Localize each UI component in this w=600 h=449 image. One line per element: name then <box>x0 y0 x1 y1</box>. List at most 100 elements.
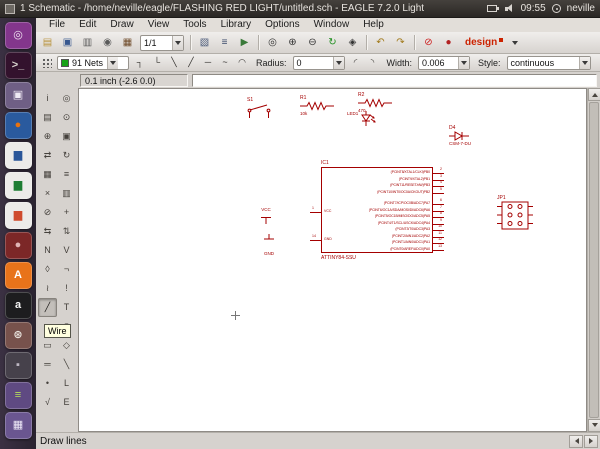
menu-help[interactable]: Help <box>356 18 391 32</box>
menu-options[interactable]: Options <box>258 18 306 32</box>
tool-polygon[interactable]: ◇ <box>57 336 76 355</box>
bend-90-up-icon[interactable]: └ <box>149 55 165 70</box>
tool-add[interactable]: + <box>57 203 76 222</box>
stop-icon[interactable]: ⊘ <box>419 34 438 52</box>
launcher-dash-home[interactable]: ◎ <box>4 22 32 49</box>
launcher-terminal[interactable]: >_ <box>4 52 32 79</box>
tool-cut[interactable]: × <box>38 184 57 203</box>
width-select[interactable]: 0.006 <box>418 55 471 70</box>
ic-pin-gnd[interactable]: 14 GND <box>310 234 372 243</box>
ic-pin-vcc[interactable]: 1 VCC <box>310 206 372 215</box>
launcher-software-center[interactable]: A <box>4 262 32 289</box>
username[interactable]: neville <box>567 3 595 14</box>
launcher-text-editor[interactable]: ≡ <box>4 382 32 409</box>
launcher-libreoffice-impress[interactable]: ▆ <box>4 202 32 229</box>
tool-pinswap[interactable]: ⇆ <box>38 222 57 241</box>
schematic-canvas[interactable]: S1 R1 10k R2 470 LED1 D4 CSM-7-DU VCC GN… <box>78 88 587 432</box>
launcher-amazon[interactable]: a <box>4 292 32 319</box>
tool-wire[interactable]: ╱ <box>38 298 57 317</box>
tool-display[interactable]: ▤ <box>38 108 57 127</box>
schematic-part-vcc[interactable]: VCC <box>259 198 273 224</box>
tool-smash[interactable]: ◊ <box>38 260 57 279</box>
ic-pin[interactable]: 13 (PCINT0/AREF/ADC0)PA0 <box>322 244 444 254</box>
bend-straight-icon[interactable]: ─ <box>200 55 216 70</box>
zoom-out-icon[interactable]: ⊖ <box>303 34 322 52</box>
zoom-select-icon[interactable]: ◈ <box>343 34 362 52</box>
tool-info[interactable]: i <box>38 89 57 108</box>
tool-show[interactable]: ◎ <box>57 89 76 108</box>
style-select[interactable]: continuous <box>506 55 591 70</box>
tool-erc[interactable]: √ <box>38 393 57 412</box>
tool-move[interactable]: ⊕ <box>38 127 57 146</box>
scroll-right-button[interactable] <box>584 434 598 448</box>
tool-bus[interactable]: ═ <box>38 355 57 374</box>
cam-processor-icon[interactable]: ◉ <box>98 34 117 52</box>
menu-tools[interactable]: Tools <box>176 18 213 32</box>
menu-file[interactable]: File <box>42 18 72 32</box>
go-icon[interactable]: ● <box>439 34 458 52</box>
schematic-part-r1[interactable]: R1 10k <box>300 95 334 116</box>
menu-edit[interactable]: Edit <box>72 18 103 32</box>
launcher-files[interactable]: ▣ <box>4 82 32 109</box>
tool-label[interactable]: L <box>57 374 76 393</box>
clock[interactable]: 09:55 <box>521 3 546 14</box>
sheet-selector[interactable]: 1/1 <box>140 34 184 51</box>
tool-change[interactable]: ≡ <box>57 165 76 184</box>
schematic-part-jp1[interactable]: JP1 <box>497 195 533 231</box>
tool-group[interactable]: ▦ <box>38 165 57 184</box>
ic-pin[interactable]: 5 (PCINT10/INT0/OC0A/CKOUT)PB2 <box>322 187 444 197</box>
scroll-left-button[interactable] <box>569 434 583 448</box>
schematic-part-gnd[interactable]: GND <box>262 234 276 260</box>
design-link-button[interactable]: design <box>465 37 519 48</box>
tool-split[interactable]: ≀ <box>38 279 57 298</box>
tool-rect[interactable]: ▭ <box>38 336 57 355</box>
arc-cw-icon[interactable]: ◝ <box>365 55 381 70</box>
launcher-workspaces[interactable]: ▦ <box>4 412 32 439</box>
schematic-part-d4[interactable]: D4 CSM-7-DU <box>449 125 471 146</box>
launcher-system-settings[interactable]: ⊛ <box>4 322 32 349</box>
scroll-up-button[interactable] <box>588 88 600 101</box>
switch-to-board-icon[interactable]: ▦ <box>118 34 137 52</box>
zoom-fit-icon[interactable]: ◎ <box>263 34 282 52</box>
undo-icon[interactable]: ↶ <box>371 34 390 52</box>
launcher-gimp[interactable]: ▪ <box>4 352 32 379</box>
vertical-scrollbar[interactable] <box>587 88 600 432</box>
bend-45-up-icon[interactable]: ╱ <box>183 55 199 70</box>
launcher-libreoffice-writer[interactable]: ▆ <box>4 142 32 169</box>
tool-mark[interactable]: ⊙ <box>57 108 76 127</box>
schematic-part-led1[interactable]: LED1 <box>347 111 377 129</box>
save-icon[interactable]: ▣ <box>58 34 77 52</box>
tool-name[interactable]: N <box>38 241 57 260</box>
menu-draw[interactable]: Draw <box>103 18 140 32</box>
launcher-libreoffice-calc[interactable]: ▆ <box>4 172 32 199</box>
command-line-input[interactable] <box>192 73 597 87</box>
script-icon[interactable]: ≡ <box>215 34 234 52</box>
tool-mirror[interactable]: ⇄ <box>38 146 57 165</box>
zoom-in-icon[interactable]: ⊕ <box>283 34 302 52</box>
tool-copy[interactable]: ▣ <box>57 127 76 146</box>
launcher-media-player[interactable]: ● <box>4 232 32 259</box>
grid-button[interactable] <box>38 55 54 70</box>
redo-icon[interactable]: ↷ <box>391 34 410 52</box>
tool-junction[interactable]: • <box>38 374 57 393</box>
schematic-part-ic1[interactable]: IC1 2 (PCINT8/XTAL1/CLKI)PB0 3 (PCINT9/X… <box>310 160 444 261</box>
layer-selector[interactable]: 91 Nets <box>57 55 129 70</box>
run-ulp-icon[interactable]: ▶ <box>235 34 254 52</box>
tool-rotate[interactable]: ↻ <box>57 146 76 165</box>
radius-select[interactable]: 0 <box>292 55 345 70</box>
bend-freehand-icon[interactable]: ~ <box>217 55 233 70</box>
tool-invoke[interactable]: ! <box>57 279 76 298</box>
redraw-icon[interactable]: ↻ <box>323 34 342 52</box>
menu-library[interactable]: Library <box>214 18 259 32</box>
vertical-scroll-thumb[interactable] <box>589 102 599 418</box>
ic-body[interactable]: 2 (PCINT8/XTAL1/CLKI)PB0 3 (PCINT9/XTAL2… <box>310 167 444 254</box>
menu-window[interactable]: Window <box>307 18 357 32</box>
tool-value[interactable]: V <box>57 241 76 260</box>
use-library-icon[interactable]: ▧ <box>195 34 214 52</box>
bend-90-down-icon[interactable]: ┐ <box>132 55 148 70</box>
volume-icon[interactable] <box>504 4 515 13</box>
tool-delete[interactable]: ⊘ <box>38 203 57 222</box>
launcher-firefox[interactable]: ● <box>4 112 32 139</box>
session-menu-icon[interactable] <box>551 4 561 13</box>
print-icon[interactable]: ▥ <box>78 34 97 52</box>
